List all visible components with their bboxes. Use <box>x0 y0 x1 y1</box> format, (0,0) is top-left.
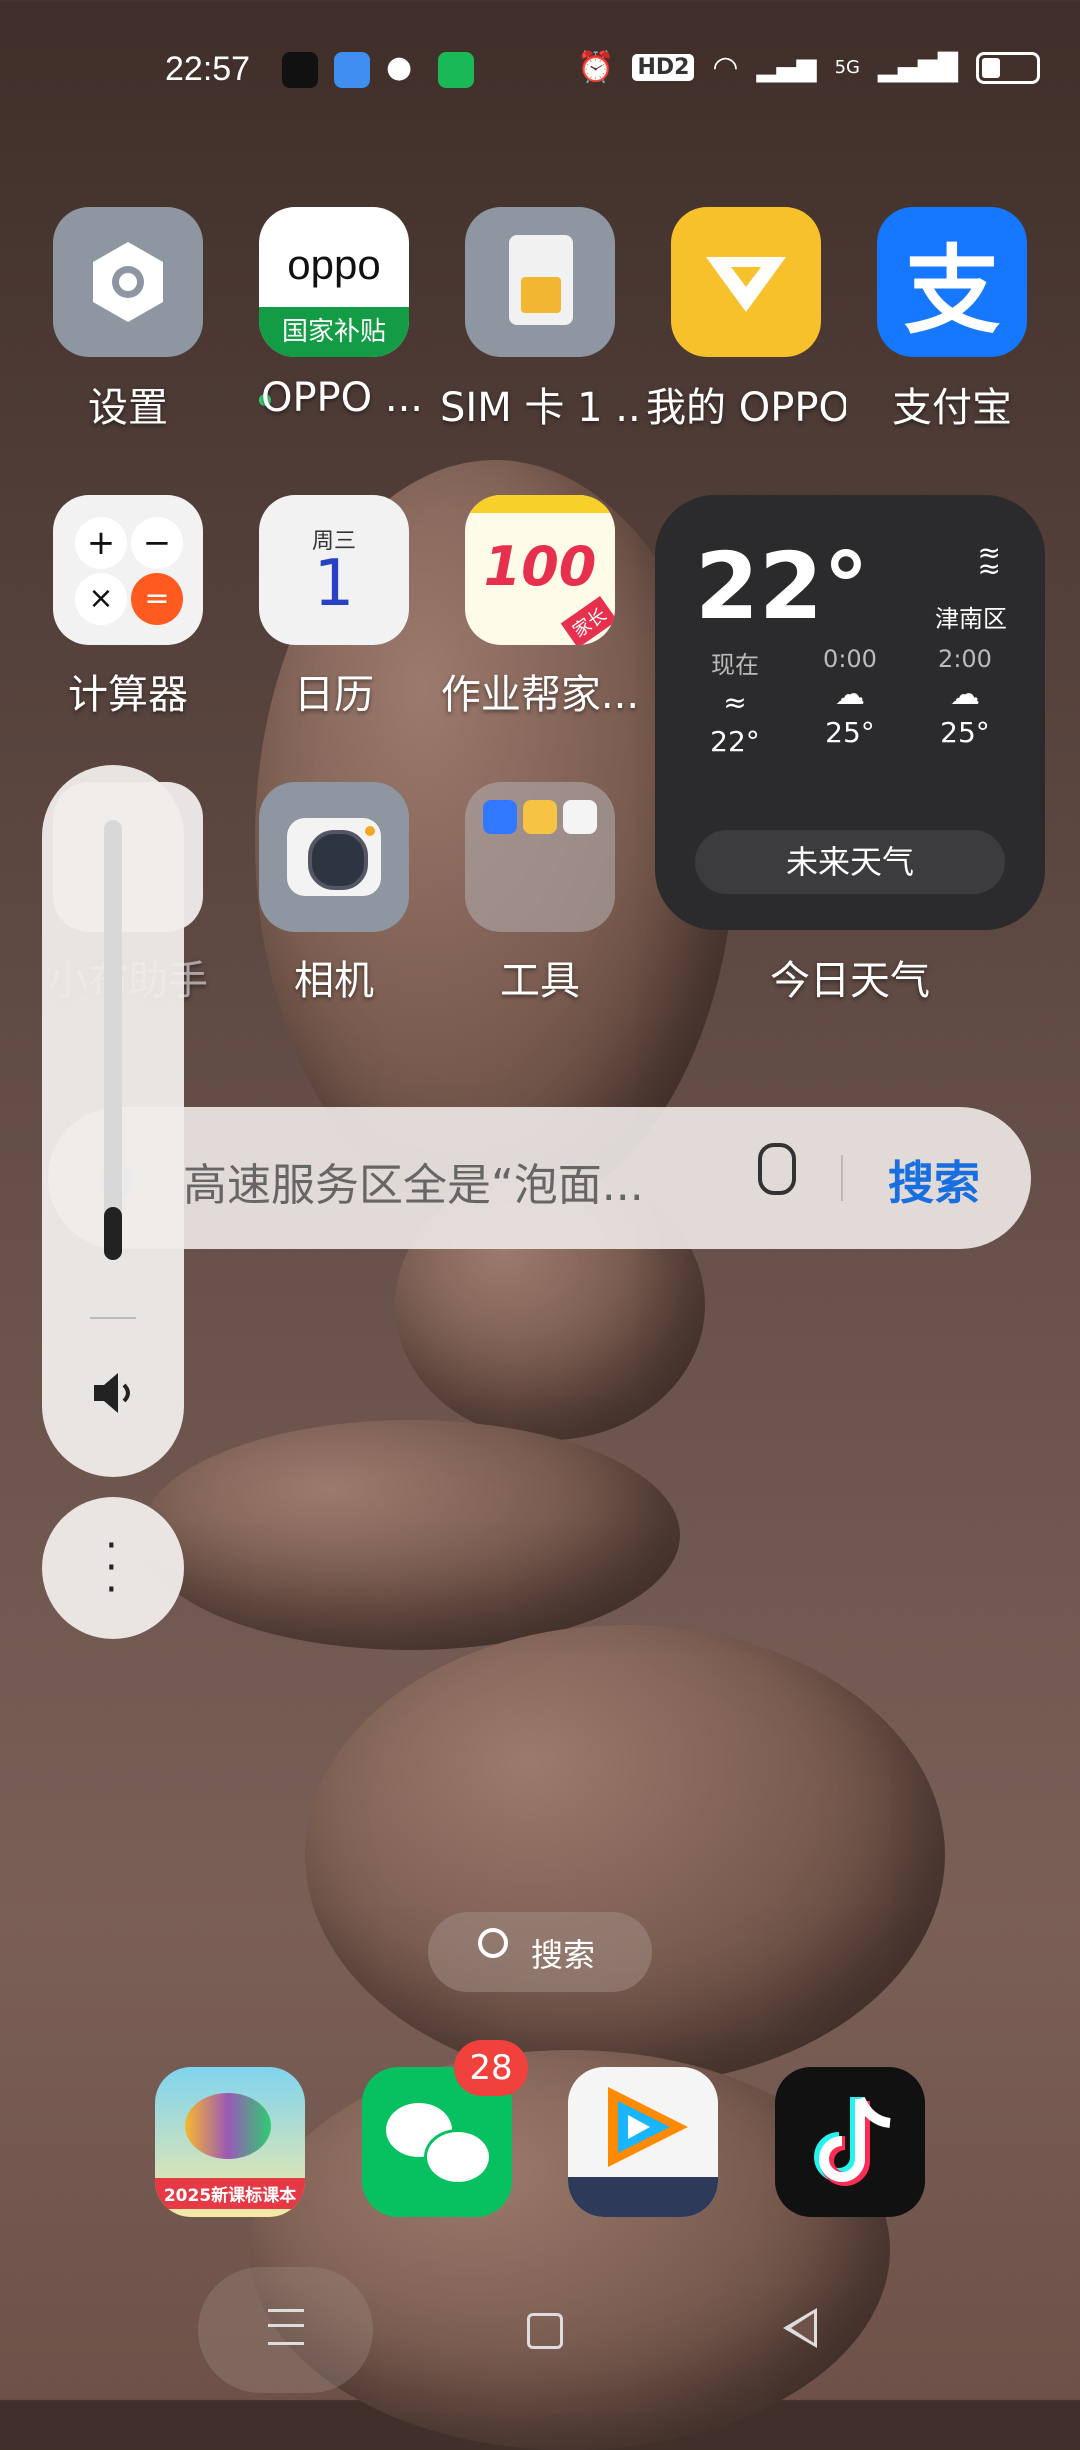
forecast-time: 0:00 <box>823 645 877 673</box>
partly-cloudy-icon: ☁ <box>835 677 865 712</box>
textbook-app-label: 2025新课标课本 <box>155 2178 305 2209</box>
forecast-temp: 25° <box>940 716 990 749</box>
calculator-icon: + − × = <box>53 495 203 645</box>
alarm-icon: ⏰ <box>577 50 615 85</box>
alipay-logo-text: 支 <box>904 234 1000 347</box>
network-type: 5G <box>834 57 861 78</box>
signal-icon: ▂▄▆█ <box>878 52 958 83</box>
volume-slider[interactable] <box>104 820 122 1260</box>
fish-illustration <box>185 2093 271 2159</box>
wechat-icon: ● <box>386 50 413 85</box>
sim-card-icon <box>465 207 615 357</box>
wifi-icon: ◠ <box>712 50 739 85</box>
app-label: 设置 <box>88 385 168 431</box>
forecast-item: 2:00 ☁ 25° <box>925 645 1005 749</box>
search-bar[interactable]: ● 高速服务区全是“泡面... 搜索 <box>48 1107 1031 1249</box>
calendar-day: 1 <box>313 547 355 621</box>
home-button[interactable] <box>527 2313 563 2349</box>
menu-icon <box>268 2309 304 2345</box>
volume-panel[interactable] <box>42 765 184 1477</box>
app-label: 支付宝 <box>892 385 1012 431</box>
weather-district: 津南区 <box>935 605 1007 633</box>
app-label: 我的 OPPO <box>646 385 846 431</box>
weibo-mini-icon <box>523 800 557 834</box>
recorder-mini-icon <box>563 800 597 834</box>
search-divider <box>841 1155 843 1201</box>
haze-icon: ≈ ≈ <box>977 536 1001 585</box>
tiktok-icon <box>282 52 318 88</box>
navigation-bar <box>0 2260 1080 2400</box>
app-label: 计算器 <box>68 672 188 718</box>
speaker-icon[interactable] <box>86 1365 142 1421</box>
alipay-icon: 支 <box>877 207 1027 357</box>
app-label: SIM 卡 1 ... <box>440 385 640 431</box>
microphone-icon[interactable] <box>758 1143 796 1195</box>
back-icon <box>791 2313 814 2343</box>
camera-icon <box>259 782 409 932</box>
signal-icon: ▂▄▆ <box>756 52 817 83</box>
tencent-video-icon[interactable] <box>568 2067 718 2217</box>
app-label: 作业帮家... <box>440 672 640 718</box>
app-mini-icon <box>483 800 517 834</box>
app-label: 相机 <box>294 958 374 1004</box>
oppo-logo-text: oppo <box>287 241 381 288</box>
future-weather-button[interactable]: 未来天气 <box>695 830 1005 894</box>
weather-widget-label: 今日天气 <box>770 958 930 1004</box>
my-oppo-icon <box>671 207 821 357</box>
forecast-time: 2:00 <box>938 645 992 673</box>
oppo-store-icon: oppo 国家补贴 <box>259 207 409 357</box>
more-vertical-icon: · · · <box>105 1523 118 1613</box>
hd-badge: HD2 <box>632 54 695 81</box>
search-button[interactable]: 搜索 <box>888 1147 980 1213</box>
zuoyebang-icon: 100 家长 <box>465 495 615 645</box>
volume-more-button[interactable]: · · · <box>42 1497 184 1639</box>
status-bar: 22:57 ● ⏰ HD2 ◠ ▂▄▆ 5G ▂▄▆█ <box>0 0 1080 140</box>
wallpaper-stone <box>305 1625 945 2085</box>
partly-cloudy-icon: ☁ <box>950 677 980 712</box>
app-label: 工具 <box>500 958 580 1004</box>
iqiyi-icon <box>438 52 474 88</box>
app-label: 日历 <box>294 672 374 718</box>
app-search-pill[interactable]: 搜索 <box>428 1912 652 1992</box>
recent-apps-button[interactable] <box>198 2267 373 2393</box>
volume-slider-fill <box>104 1207 122 1260</box>
forecast-item: 现在 ≈ 22° <box>695 645 775 758</box>
forecast-temp: 25° <box>825 716 875 749</box>
tiktok-icon[interactable] <box>775 2067 925 2217</box>
app-label: OPPO ... <box>260 375 424 421</box>
search-input[interactable]: 高速服务区全是“泡面... <box>183 1149 644 1213</box>
settings-icon <box>53 207 203 357</box>
textbook-app-icon[interactable]: 2025新课标课本 <box>155 2067 305 2217</box>
weather-widget[interactable]: 22° ≈ ≈ 津南区 现在 ≈ 22° 0:00 ☁ 25° 2:00 ☁ 25… <box>655 495 1045 930</box>
status-time: 22:57 <box>165 50 251 88</box>
app-search-label: 搜索 <box>531 1936 596 1974</box>
wallpaper-stone <box>140 1420 680 1650</box>
zuoyebang-logo-text: 100 <box>483 535 597 598</box>
forecast-item: 0:00 ☁ 25° <box>810 645 890 749</box>
oppo-subsidy-text: 国家补贴 <box>259 307 409 357</box>
wechat-badge: 28 <box>454 2040 528 2096</box>
back-button[interactable] <box>783 2308 817 2348</box>
folder-icon <box>465 782 615 932</box>
status-indicators: ⏰ HD2 ◠ ▂▄▆ 5G ▂▄▆█ <box>577 50 1040 85</box>
volume-divider <box>90 1317 136 1319</box>
battery-icon <box>976 51 1040 84</box>
forecast-temp: 22° <box>710 725 760 758</box>
weather-temp: 22° <box>695 533 870 640</box>
weather-icon <box>334 52 370 88</box>
forecast-time: 现在 <box>711 651 759 679</box>
calendar-icon: 周三 1 <box>259 495 409 645</box>
haze-icon: ≈ <box>723 686 747 719</box>
search-icon <box>478 1928 508 1958</box>
